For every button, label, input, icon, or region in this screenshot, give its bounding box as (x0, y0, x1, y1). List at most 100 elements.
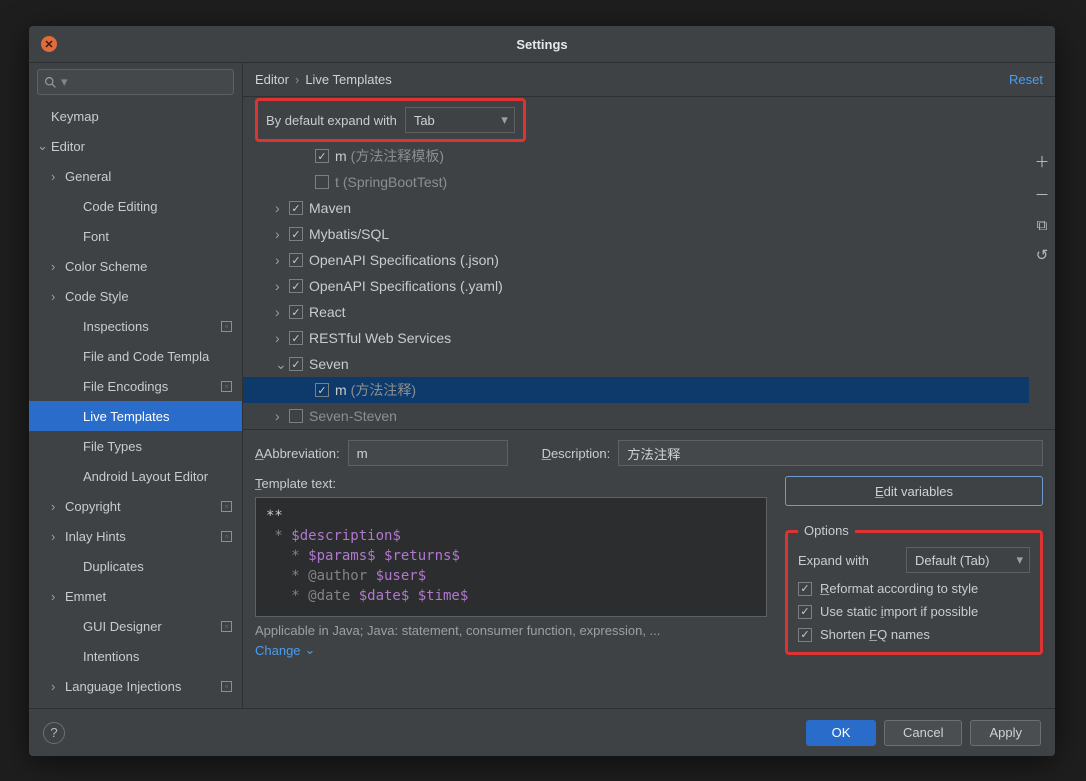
sidebar-item-copyright[interactable]: ›Copyright▫ (29, 491, 242, 521)
sidebar-item-editor[interactable]: ⌄Editor (29, 131, 242, 161)
sidebar-item-code-editing[interactable]: Code Editing (29, 191, 242, 221)
edit-variables-button[interactable]: Edit variables (785, 476, 1043, 506)
tree-checkbox[interactable] (289, 201, 303, 215)
template-text[interactable]: ** * $description$ * $params$ $returns$ … (255, 497, 767, 617)
sidebar-item-gui-designer[interactable]: GUI Designer▫ (29, 611, 242, 641)
desc-label: Description: (542, 446, 611, 461)
crumb-editor[interactable]: Editor (255, 72, 289, 87)
sidebar-item-label: Language Injections (65, 679, 181, 694)
opt-expand-select[interactable]: Default (Tab) (906, 547, 1030, 573)
ok-button[interactable]: OK (806, 720, 876, 746)
tree-checkbox[interactable] (289, 331, 303, 345)
body: ▾ Keymap⌄Editor›GeneralCode EditingFont›… (29, 62, 1055, 708)
settings-dialog: ✕ Settings ▾ Keymap⌄Editor›GeneralCode E… (29, 26, 1055, 756)
sidebar-item-label: General (65, 169, 111, 184)
tree-checkbox[interactable] (315, 175, 329, 189)
undo-icon[interactable]: ↺ (1036, 246, 1049, 264)
sidebar-item-duplicates[interactable]: Duplicates (29, 551, 242, 581)
sidebar-item-android-layout-editor[interactable]: Android Layout Editor (29, 461, 242, 491)
sidebar-item-font[interactable]: Font (29, 221, 242, 251)
templates-tree[interactable]: m(方法注释模板)t(SpringBootTest)Maven Mybatis/S… (243, 143, 1029, 429)
tree-row[interactable]: RESTful Web Services (243, 325, 1029, 351)
search-icon (44, 76, 57, 89)
templates-tree-wrap: m(方法注释模板)t(SpringBootTest)Maven Mybatis/S… (243, 143, 1055, 429)
chevron-right-icon: › (51, 499, 63, 514)
tree-row[interactable]: m(方法注释模板) (243, 143, 1029, 169)
desc-input[interactable] (618, 440, 1043, 466)
tree-label: Mybatis/SQL (309, 226, 389, 242)
expand-select[interactable]: Tab (405, 107, 515, 133)
sidebar-item-language-injections[interactable]: ›Language Injections▫ (29, 671, 242, 701)
project-badge-icon: ▫ (221, 681, 232, 692)
sidebar: ▾ Keymap⌄Editor›GeneralCode EditingFont›… (29, 63, 243, 708)
tree-checkbox[interactable] (315, 383, 329, 397)
footer: ? OK Cancel Apply (29, 708, 1055, 756)
chevron-icon (275, 356, 289, 373)
tree-checkbox[interactable] (289, 227, 303, 241)
tree-checkbox[interactable] (289, 253, 303, 267)
tree-checkbox[interactable] (289, 279, 303, 293)
tree-checkbox[interactable] (315, 149, 329, 163)
tree-label: OpenAPI Specifications (.json) (309, 252, 499, 268)
expand-value: Tab (414, 113, 435, 128)
reset-link[interactable]: Reset (1009, 72, 1043, 87)
breadcrumb: Editor › Live Templates Reset (243, 63, 1055, 97)
expand-row: By default expand with Tab (243, 97, 1055, 143)
shorten-fq-checkbox[interactable] (798, 628, 812, 642)
tree-label: m (335, 148, 347, 164)
copy-icon[interactable]: ⧉ (1037, 217, 1048, 234)
tree-checkbox[interactable] (289, 305, 303, 319)
tree-label: OpenAPI Specifications (.yaml) (309, 278, 503, 294)
change-link[interactable]: Change ⌄ (255, 642, 767, 658)
remove-icon[interactable]: － (1034, 184, 1049, 205)
tree-checkbox[interactable] (289, 409, 303, 423)
tree-row[interactable]: OpenAPI Specifications (.yaml) (243, 273, 1029, 299)
chevron-icon (275, 200, 289, 216)
sidebar-item-live-templates[interactable]: Live Templates (29, 401, 242, 431)
add-icon[interactable]: ＋ (1034, 151, 1049, 172)
tree-tools: ＋ － ⧉ ↺ (1029, 143, 1055, 429)
sidebar-item-inlay-hints[interactable]: ›Inlay Hints▫ (29, 521, 242, 551)
tree-row[interactable]: t(SpringBootTest) (243, 169, 1029, 195)
sidebar-item-label: Code Style (65, 289, 129, 304)
sidebar-item-intentions[interactable]: Intentions (29, 641, 242, 671)
sidebar-item-inspections[interactable]: Inspections▫ (29, 311, 242, 341)
reformat-checkbox[interactable] (798, 582, 812, 596)
static-import-checkbox[interactable] (798, 605, 812, 619)
tree-row[interactable]: OpenAPI Specifications (.json) (243, 247, 1029, 273)
tree-hint: (方法注释) (351, 380, 416, 400)
expand-label: By default expand with (266, 113, 397, 128)
search-input[interactable]: ▾ (37, 69, 234, 95)
sidebar-item-label: Code Editing (83, 199, 157, 214)
tree-row[interactable]: m(方法注释) (243, 377, 1029, 403)
chevron-down-icon: ⌄ (305, 642, 316, 658)
sidebar-item-label: Keymap (51, 109, 99, 124)
abbrev-input[interactable] (348, 440, 508, 466)
sidebar-item-label: Duplicates (83, 559, 144, 574)
sidebar-item-code-style[interactable]: ›Code Style (29, 281, 242, 311)
chevron-icon (275, 304, 289, 320)
sidebar-item-color-scheme[interactable]: ›Color Scheme (29, 251, 242, 281)
sidebar-item-file-types[interactable]: File Types (29, 431, 242, 461)
help-button[interactable]: ? (43, 722, 65, 744)
sidebar-item-label: File Encodings (83, 379, 168, 394)
sidebar-item-file-and-code-templa[interactable]: File and Code Templa (29, 341, 242, 371)
chevron-right-icon: › (51, 259, 63, 274)
tree-checkbox[interactable] (289, 357, 303, 371)
tree-row[interactable]: React (243, 299, 1029, 325)
sidebar-item-file-encodings[interactable]: File Encodings▫ (29, 371, 242, 401)
dialog-title: Settings (29, 37, 1055, 52)
sidebar-item-general[interactable]: ›General (29, 161, 242, 191)
static-import-label: Use static import if possible (820, 604, 978, 619)
sidebar-item-emmet[interactable]: ›Emmet (29, 581, 242, 611)
apply-button[interactable]: Apply (970, 720, 1041, 746)
tree-row[interactable]: Seven (243, 351, 1029, 377)
cancel-button[interactable]: Cancel (884, 720, 962, 746)
opt-expand-label: Expand with (798, 553, 869, 568)
project-badge-icon: ▫ (221, 531, 232, 542)
tree-row[interactable]: Maven (243, 195, 1029, 221)
sidebar-item-label: Inlay Hints (65, 529, 126, 544)
tree-row[interactable]: Mybatis/SQL (243, 221, 1029, 247)
tree-row[interactable]: Seven-Steven (243, 403, 1029, 429)
sidebar-item-keymap[interactable]: Keymap (29, 101, 242, 131)
